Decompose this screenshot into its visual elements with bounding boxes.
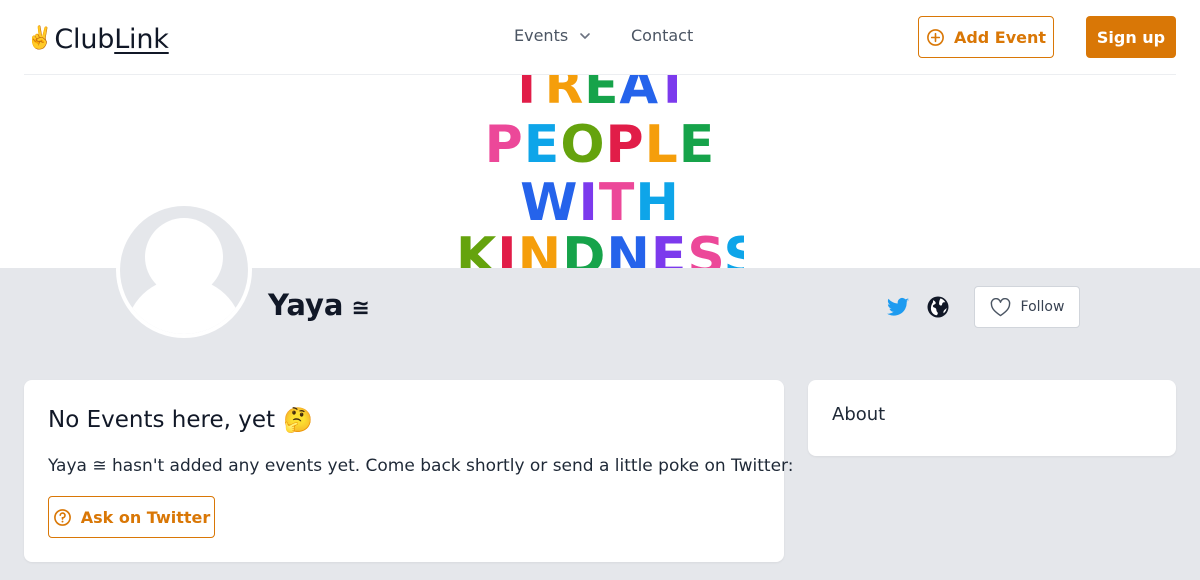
banner-letter: N xyxy=(606,227,651,268)
banner-letter: E xyxy=(678,115,716,175)
profile-name: Yaya ≅ xyxy=(268,288,370,322)
banner-letter: W xyxy=(520,173,579,233)
about-card: About xyxy=(808,380,1176,456)
follow-button[interactable]: Follow xyxy=(974,286,1080,328)
banner-line-3: WITH xyxy=(456,177,744,229)
avatar-placeholder-icon xyxy=(120,206,248,334)
banner-letter: K xyxy=(456,227,498,268)
add-event-label: Add Event xyxy=(953,27,1047,47)
add-event-button[interactable]: Add Event xyxy=(918,16,1054,58)
banner-letter: P xyxy=(605,115,645,175)
banner-line-4: KINDNESS xyxy=(456,231,744,268)
logo-text-link: Link xyxy=(114,23,169,55)
heart-icon xyxy=(990,297,1010,316)
events-card-description: Yaya ≅ hasn't added any events yet. Come… xyxy=(48,456,794,476)
events-card: No Events here, yet 🤔 Yaya ≅ hasn't adde… xyxy=(24,380,793,562)
banner-letter: A xyxy=(619,75,656,115)
sign-up-button[interactable]: Sign up xyxy=(1086,16,1176,58)
nav-contact-link[interactable]: Contact xyxy=(631,26,693,45)
logo[interactable]: ✌️ ClubLink xyxy=(26,22,169,56)
banner-letter: I xyxy=(578,173,599,233)
banner-letter: R xyxy=(544,75,585,115)
avatar-body xyxy=(126,278,242,334)
logo-text-club: Club xyxy=(54,23,115,55)
banner-letter: H xyxy=(635,173,680,233)
twitter-icon[interactable] xyxy=(886,295,910,319)
question-circle-icon xyxy=(53,508,71,526)
banner-letter: E xyxy=(523,115,561,175)
ask-on-twitter-label: Ask on Twitter xyxy=(80,507,211,527)
banner-letter: N xyxy=(517,227,563,268)
banner-letter: D xyxy=(562,227,607,268)
about-card-title: About xyxy=(832,404,886,425)
nav-events-dropdown[interactable]: Events xyxy=(514,26,592,45)
banner-letter: T xyxy=(655,75,691,115)
follow-label: Follow xyxy=(1020,299,1065,315)
events-card-title-text: No Events here, yet xyxy=(48,407,276,433)
banner-letter: L xyxy=(644,115,679,175)
banner-line-1: TREAT xyxy=(456,75,744,111)
banner-letter: I xyxy=(497,227,518,268)
ask-on-twitter-button[interactable]: Ask on Twitter xyxy=(48,496,215,538)
navbar: ✌️ ClubLink Events Contact Add Event Sig… xyxy=(24,0,1176,75)
banner-letter: P xyxy=(484,115,524,175)
plus-circle-icon xyxy=(927,28,944,46)
banner-letter: T xyxy=(598,173,636,233)
banner-line-2: PEOPLE xyxy=(456,119,744,171)
banner-letter: O xyxy=(560,115,606,175)
banner-letter: E xyxy=(584,75,620,115)
banner-letter: S xyxy=(687,227,724,268)
profile-banner-image: TREAT PEOPLE WITH KINDNESS xyxy=(456,75,744,268)
profile-name-symbol: ≅ xyxy=(351,296,370,321)
globe-icon[interactable] xyxy=(926,295,950,319)
banner-letter: S xyxy=(723,227,744,268)
banner-letter: T xyxy=(509,75,545,115)
nav-events-label: Events xyxy=(514,26,569,45)
banner-letter: E xyxy=(650,227,688,268)
profile-name-text: Yaya xyxy=(268,288,344,322)
victory-hand-icon: ✌️ xyxy=(26,26,54,51)
avatar[interactable] xyxy=(116,202,252,338)
events-card-title: No Events here, yet 🤔 xyxy=(48,406,313,434)
chevron-down-icon xyxy=(580,32,590,39)
logo-text: ClubLink xyxy=(54,23,169,55)
thinking-face-icon: 🤔 xyxy=(283,406,313,434)
